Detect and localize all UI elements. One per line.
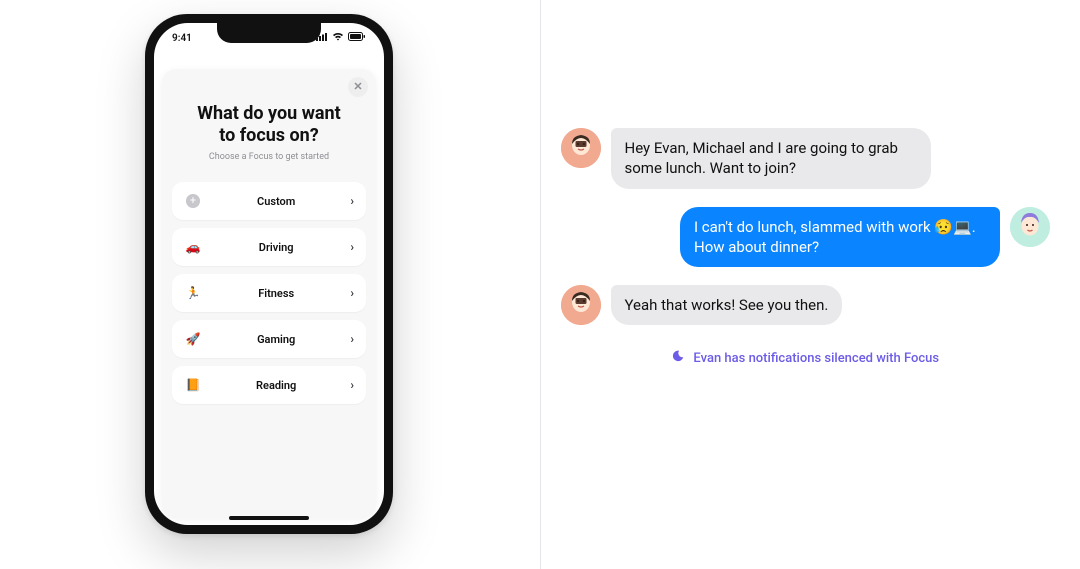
status-bar: 9:41 <box>154 23 384 53</box>
message-bubble-in[interactable]: Hey Evan, Michael and I are going to gra… <box>611 128 931 189</box>
status-indicators <box>316 32 366 44</box>
chevron-right-icon: › <box>350 332 354 346</box>
avatar-contact[interactable] <box>561 285 601 325</box>
focus-list: + Custom › 🚗 Driving › 🏃 Fitness › <box>172 182 366 404</box>
left-panel: 9:41 ✕ <box>0 0 540 569</box>
battery-icon <box>348 32 366 44</box>
plus-icon: + <box>184 192 202 210</box>
message-bubble-in[interactable]: Yeah that works! See you then. <box>611 285 843 325</box>
sheet-title: What do you want to focus on? <box>172 103 366 146</box>
avatar-self[interactable] <box>1010 207 1050 247</box>
focus-row-fitness[interactable]: 🏃 Fitness › <box>172 274 366 312</box>
signal-icon <box>316 33 328 44</box>
chevron-right-icon: › <box>350 194 354 208</box>
right-panel: Hey Evan, Michael and I are going to gra… <box>541 0 1080 569</box>
car-icon: 🚗 <box>184 238 202 256</box>
message-bubble-out[interactable]: I can't do lunch, slammed with work 😥💻. … <box>680 207 1000 268</box>
sheet-subtitle: Choose a Focus to get started <box>172 152 366 162</box>
book-icon: 📙 <box>184 376 202 394</box>
focus-row-driving[interactable]: 🚗 Driving › <box>172 228 366 266</box>
focus-silence-notice: Evan has notifications silenced with Foc… <box>561 349 1051 367</box>
message-row-in: Yeah that works! See you then. <box>561 285 1051 325</box>
sheet-title-line2: to focus on? <box>219 125 318 146</box>
focus-label: Custom <box>202 195 350 208</box>
status-time: 9:41 <box>172 33 192 44</box>
sheet-title-line1: What do you want <box>197 103 340 124</box>
focus-label: Gaming <box>202 333 350 346</box>
message-row-in: Hey Evan, Michael and I are going to gra… <box>561 128 1051 189</box>
close-button[interactable]: ✕ <box>348 77 368 97</box>
focus-sheet: ✕ What do you want to focus on? Choose a… <box>162 69 376 517</box>
focus-label: Reading <box>202 379 350 392</box>
chevron-right-icon: › <box>350 378 354 392</box>
focus-label: Fitness <box>202 287 350 300</box>
phone-screen: 9:41 ✕ <box>154 23 384 525</box>
message-row-out: I can't do lunch, slammed with work 😥💻. … <box>561 207 1051 268</box>
chevron-right-icon: › <box>350 240 354 254</box>
runner-icon: 🏃 <box>184 284 202 302</box>
chevron-right-icon: › <box>350 286 354 300</box>
conversation: Hey Evan, Michael and I are going to gra… <box>561 128 1051 367</box>
focus-label: Driving <box>202 241 350 254</box>
focus-row-reading[interactable]: 📙 Reading › <box>172 366 366 404</box>
focus-row-custom[interactable]: + Custom › <box>172 182 366 220</box>
focus-silence-text: Evan has notifications silenced with Foc… <box>693 351 939 366</box>
iphone-mock: 9:41 ✕ <box>145 14 393 534</box>
focus-row-gaming[interactable]: 🚀 Gaming › <box>172 320 366 358</box>
rocket-icon: 🚀 <box>184 330 202 348</box>
wifi-icon <box>332 32 344 44</box>
moon-icon <box>671 349 685 367</box>
home-indicator[interactable] <box>229 516 309 520</box>
avatar-contact[interactable] <box>561 128 601 168</box>
